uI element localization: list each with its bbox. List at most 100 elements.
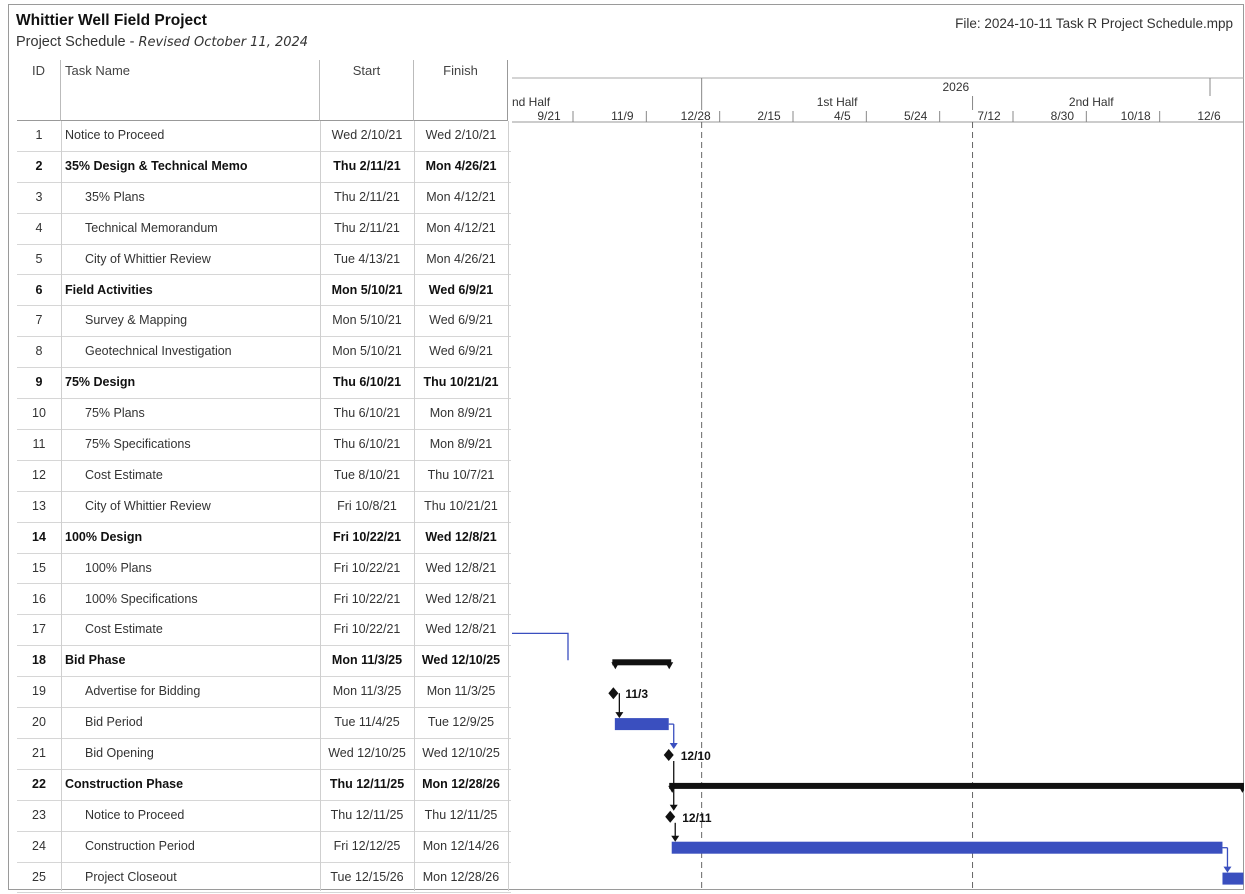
table-row[interactable]: 8 Geotechnical Investigation Mon 5/10/21 We… xyxy=(17,337,511,369)
timescale-tick-label: 10/18 xyxy=(1121,109,1151,123)
task-finish: Mon 8/9/21 xyxy=(429,406,493,421)
task-start: Thu 2/11/21 xyxy=(333,158,401,173)
table-row[interactable]: 4 Technical Memorandum Thu 2/11/21 Mon 4/12… xyxy=(17,214,511,245)
task-finish: Wed 12/10/25 xyxy=(422,746,500,760)
task-finish: Mon 12/28/26 xyxy=(422,776,500,791)
task-start: Thu 2/11/21 xyxy=(334,189,400,204)
table-row[interactable]: 18 Bid Phase Mon 11/3/25 Wed 12/10/25 xyxy=(17,646,511,678)
milestone-diamond xyxy=(608,687,619,700)
task-name: Geotechnical Investigation xyxy=(85,344,232,359)
report-header: Whittier Well Field Project Project Sche… xyxy=(0,0,1245,60)
table-row[interactable]: 25 Project Closeout Tue 12/15/26 Mon 12/28/… xyxy=(17,863,511,894)
task-id: 13 xyxy=(32,498,46,513)
column-header-task-name[interactable]: Task Name xyxy=(61,60,320,121)
column-header-finish[interactable]: Finish xyxy=(414,60,508,121)
table-row[interactable]: 6 Field Activities Mon 5/10/21 Wed 6/9/21 xyxy=(17,276,511,307)
column-divider[interactable] xyxy=(61,121,62,891)
task-finish: Wed 12/8/21 xyxy=(425,560,497,575)
table-row[interactable]: 16 100% Specifications Fri 10/22/21 Wed 12/… xyxy=(17,585,511,616)
table-row[interactable]: 15 100% Plans Fri 10/22/21 Wed 12/8/21 xyxy=(17,554,511,585)
task-name: Advertise for Bidding xyxy=(85,684,201,699)
task-name: 75% Plans xyxy=(85,406,145,421)
task-start: Wed 12/10/25 xyxy=(328,746,406,760)
task-id: 15 xyxy=(32,560,46,575)
table-row[interactable]: 3 35% Plans Thu 2/11/21 Mon 4/12/21 xyxy=(17,183,511,214)
task-name: Construction Phase xyxy=(65,776,184,791)
task-start: Mon 5/10/21 xyxy=(331,282,403,297)
task-name: 35% Plans xyxy=(85,189,145,204)
file-name: File: 2024-10-11 Task R Project Schedule… xyxy=(955,16,1233,31)
task-start: Thu 12/11/25 xyxy=(330,807,404,822)
task-name: Technical Memorandum xyxy=(85,220,218,235)
gantt-canvas: 2026 nd Half 1st Half 2nd Half 9/21 11/9 12/28… xyxy=(512,77,1244,890)
column-divider[interactable] xyxy=(508,121,509,891)
timescale-tick-label: 8/30 xyxy=(1051,109,1075,123)
column-header-id[interactable]: ID xyxy=(17,60,61,121)
project-subtitle: Project Schedule - Revised October 11, 2… xyxy=(16,34,308,50)
table-row[interactable]: 21 Bid Opening Wed 12/10/25 Wed 12/10/25 xyxy=(17,739,511,770)
task-name: 35% Design & Technical Memo xyxy=(65,158,248,173)
timescale-half-first: 1st Half xyxy=(817,95,858,109)
table-row[interactable]: 2 35% Design & Technical Memo Thu 2/11/21 M… xyxy=(17,152,511,183)
summary-bar xyxy=(669,782,1244,789)
table-row[interactable]: 22 Construction Phase Thu 12/11/25 Mon 12/2… xyxy=(17,770,511,801)
table-row[interactable]: 20 Bid Period Tue 11/4/25 Tue 12/9/25 xyxy=(17,708,511,739)
task-start: Fri 10/22/21 xyxy=(332,529,402,544)
task-finish: Mon 8/9/21 xyxy=(429,437,493,451)
table-row[interactable]: 9 75% Design Thu 6/10/21 Thu 10/21/21 xyxy=(17,368,511,400)
task-start: Mon 5/10/21 xyxy=(332,313,402,328)
dependency-link xyxy=(512,632,569,661)
task-finish: Wed 12/10/25 xyxy=(421,653,501,668)
table-row[interactable]: 24 Construction Period Fri 12/12/25 Mon 12/… xyxy=(17,832,511,863)
summary-bar xyxy=(612,659,672,666)
task-start: Thu 12/11/25 xyxy=(329,776,405,791)
column-divider[interactable] xyxy=(320,121,321,891)
milestone-diamond xyxy=(665,810,676,823)
timescale-year: 2026 xyxy=(942,80,969,94)
table-row[interactable]: 10 75% Plans Thu 6/10/21 Mon 8/9/21 xyxy=(17,399,511,430)
task-id: 22 xyxy=(32,776,46,791)
table-row[interactable]: 12 Cost Estimate Tue 8/10/21 Thu 10/7/21 xyxy=(17,461,511,492)
task-start: Fri 10/22/21 xyxy=(333,622,401,637)
table-row[interactable]: 1 Notice to Proceed Wed 2/10/21 Wed 2/10/21 xyxy=(17,121,511,152)
column-divider[interactable] xyxy=(414,121,415,891)
task-id: 21 xyxy=(32,746,46,760)
task-finish: Thu 10/7/21 xyxy=(427,467,495,482)
table-row[interactable]: 17 Cost Estimate Fri 10/22/21 Wed 12/8/21 xyxy=(17,615,511,647)
timescale-tick-label: 9/21 xyxy=(537,109,561,123)
task-start: Fri 12/12/25 xyxy=(333,838,401,853)
table-row[interactable]: 13 City of Whittier Review Fri 10/8/21 Thu … xyxy=(17,492,511,523)
table-row[interactable]: 23 Notice to Proceed Thu 12/11/25 Thu 12/11… xyxy=(17,801,511,832)
task-finish: Wed 2/10/21 xyxy=(425,128,497,142)
summary-cap-left xyxy=(611,662,620,670)
dependency-arrow-head xyxy=(615,712,624,719)
task-id: 1 xyxy=(35,128,43,142)
task-name: Cost Estimate xyxy=(85,622,163,637)
task-name: Project Closeout xyxy=(85,869,177,884)
timescale-tick-label: 11/9 xyxy=(611,109,634,123)
table-row[interactable]: 14 100% Design Fri 10/22/21 Wed 12/8/21 xyxy=(17,523,511,554)
table-row[interactable]: 5 City of Whittier Review Tue 4/13/21 Mon 4… xyxy=(17,245,511,276)
column-header-start[interactable]: Start xyxy=(320,60,414,121)
task-start: Thu 6/10/21 xyxy=(333,437,401,451)
task-id: 10 xyxy=(32,406,46,421)
task-finish: Wed 12/8/21 xyxy=(425,622,497,637)
table-row[interactable]: 19 Advertise for Bidding Mon 11/3/25 Mon 11… xyxy=(17,677,511,709)
milestone-diamond xyxy=(663,749,674,761)
task-start: Mon 11/3/25 xyxy=(332,684,402,699)
table-row[interactable]: 11 75% Specifications Thu 6/10/21 Mon 8/9/2… xyxy=(17,430,511,461)
timescale-half-second: 2nd Half xyxy=(1069,95,1114,109)
task-name: Field Activities xyxy=(65,282,153,297)
task-start: Thu 6/10/21 xyxy=(333,406,401,421)
timescale-tick-label: 7/12 xyxy=(977,109,1001,123)
task-id: 23 xyxy=(32,807,46,822)
task-name: Construction Period xyxy=(85,838,195,853)
timescale-tick-label: 12/28 xyxy=(681,109,711,123)
task-start: Fri 10/8/21 xyxy=(337,498,397,513)
task-name: Notice to Proceed xyxy=(65,128,165,142)
dependency-arrow-head xyxy=(669,804,678,811)
task-finish: Mon 4/12/21 xyxy=(426,189,496,204)
table-row[interactable]: 7 Survey & Mapping Mon 5/10/21 Wed 6/9/21 xyxy=(17,306,511,338)
task-finish: Tue 12/9/25 xyxy=(427,715,495,730)
task-start: Mon 11/3/25 xyxy=(331,653,403,668)
